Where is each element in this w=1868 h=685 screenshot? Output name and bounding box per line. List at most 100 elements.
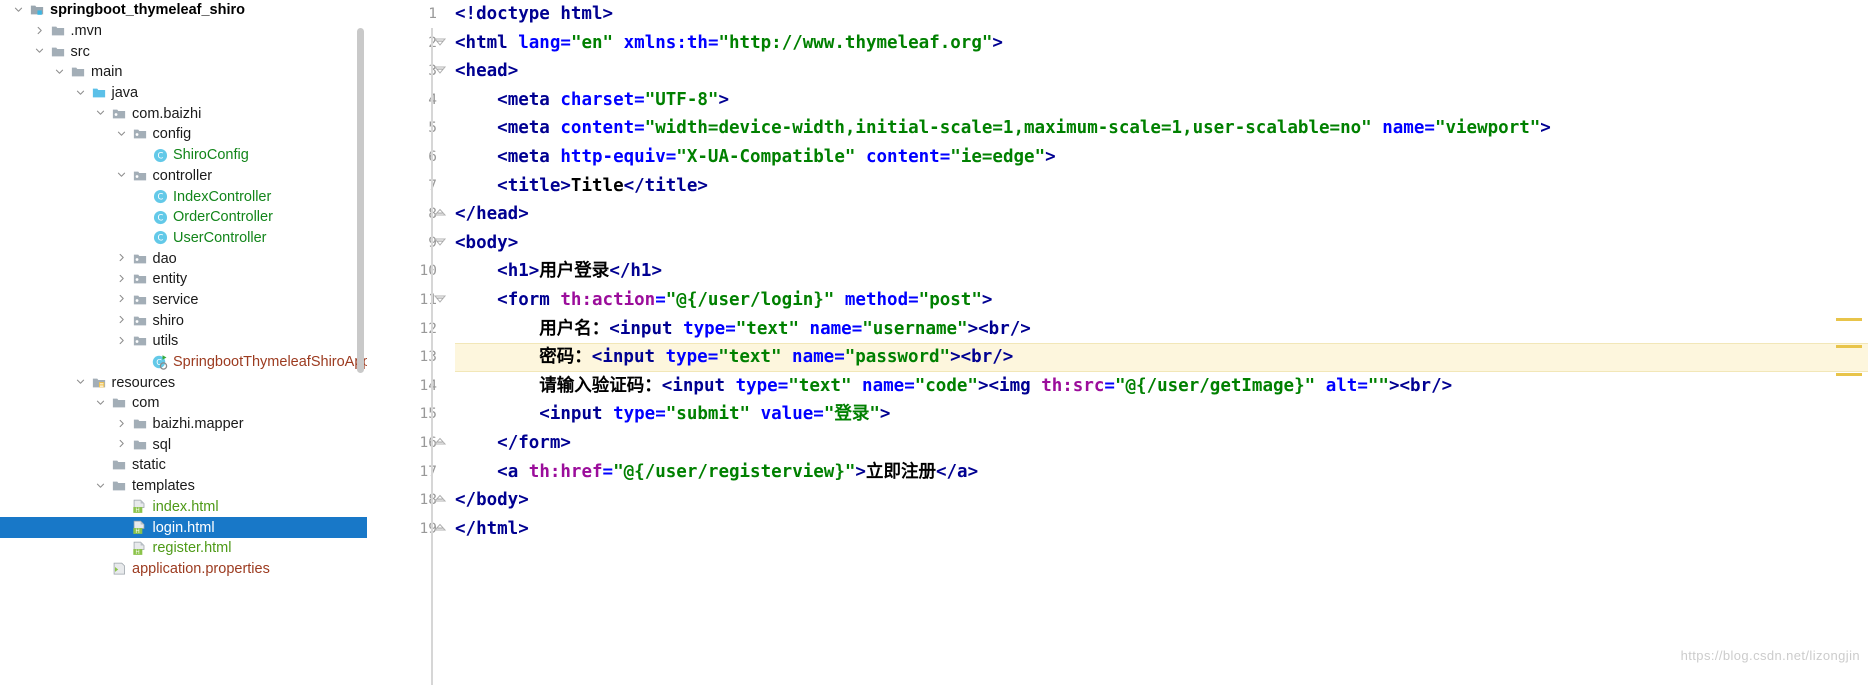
chevron-down-icon[interactable] — [113, 169, 130, 180]
tree-node-service[interactable]: service — [0, 290, 367, 311]
chevron-right-icon[interactable] — [113, 252, 130, 263]
chevron-right-icon[interactable] — [31, 25, 48, 36]
line-number: 19 — [419, 520, 437, 537]
code-line-19[interactable]: </html> — [455, 515, 529, 544]
code-line-18[interactable]: </body> — [455, 486, 529, 515]
fold-end-icon[interactable] — [433, 521, 449, 537]
tree-node-com[interactable]: com — [0, 393, 367, 414]
chevron-right-icon[interactable] — [113, 418, 130, 429]
tree-node-application-properties[interactable]: application.properties — [0, 559, 367, 580]
code-line-2[interactable]: <html lang="en" xmlns:th="http://www.thy… — [455, 29, 1003, 58]
code-line-15[interactable]: <input type="submit" value="登录"> — [455, 400, 890, 429]
code-line-4[interactable]: <meta charset="UTF-8"> — [455, 86, 729, 115]
fold-end-icon[interactable] — [433, 206, 449, 222]
folder-icon — [48, 43, 68, 61]
chevron-down-icon[interactable] — [72, 87, 89, 98]
error-stripe-mark[interactable] — [1836, 373, 1862, 376]
code-line-17[interactable]: <a th:href="@{/user/registerview}">立即注册<… — [455, 458, 978, 487]
code-folding-strip[interactable] — [430, 0, 454, 685]
tree-node-ordercontroller[interactable]: C OrderController — [0, 207, 367, 228]
chevron-right-icon[interactable] — [113, 293, 130, 304]
tree-node-resources[interactable]: resources — [0, 372, 367, 393]
project-tree-scrollbar[interactable] — [357, 28, 364, 373]
chevron-right-icon[interactable] — [113, 273, 130, 284]
project-tool-window[interactable]: springboot_thymeleaf_shiro .mvn src main jav… — [0, 0, 367, 685]
chevron-down-icon[interactable] — [92, 480, 109, 491]
java-class-icon: C — [150, 188, 170, 206]
code-line-12[interactable]: 用户名：<input type="text" name="username"><… — [455, 315, 1031, 344]
tree-node-sql[interactable]: sql — [0, 434, 367, 455]
tree-node-label: sql — [152, 436, 172, 453]
code-line-3[interactable]: <head> — [455, 57, 518, 86]
tree-node-login-html[interactable]: Hlogin.html — [0, 517, 367, 538]
code-line-9[interactable]: <body> — [455, 229, 518, 258]
chevron-down-icon[interactable] — [92, 397, 109, 408]
tree-node-register-html[interactable]: Hregister.html — [0, 538, 367, 559]
tree-node-controller[interactable]: controller — [0, 166, 367, 187]
chevron-down-icon[interactable] — [113, 128, 130, 139]
chevron-down-icon[interactable] — [92, 107, 109, 118]
error-stripe-mark[interactable] — [1836, 318, 1862, 321]
code-line-13[interactable]: 密码：<input type="text" name="password"><b… — [455, 343, 1013, 372]
package-icon — [130, 270, 150, 288]
code-line-11[interactable]: <form th:action="@{/user/login}" method=… — [455, 286, 992, 315]
tree-node-utils[interactable]: utils — [0, 331, 367, 352]
fold-end-icon[interactable] — [433, 435, 449, 451]
package-icon — [130, 167, 150, 185]
line-number: 3 — [379, 57, 437, 86]
tree-node-templates[interactable]: templates — [0, 476, 367, 497]
tree-node-shiroconfig[interactable]: C ShiroConfig — [0, 145, 367, 166]
tree-node-label: dao — [152, 250, 177, 267]
tree-node-dao[interactable]: dao — [0, 248, 367, 269]
svg-text:C: C — [157, 233, 163, 243]
tree-node-usercontroller[interactable]: C UserController — [0, 228, 367, 249]
tree-node-springboot-thymeleaf-shiro[interactable]: springboot_thymeleaf_shiro — [0, 0, 367, 21]
svg-text:C: C — [157, 192, 163, 202]
fold-start-icon[interactable] — [433, 63, 449, 79]
code-line-7[interactable]: <title>Title</title> — [455, 172, 708, 201]
tree-node-java[interactable]: java — [0, 83, 367, 104]
chevron-down-icon[interactable] — [10, 4, 27, 15]
line-number: 11 — [419, 292, 437, 308]
tree-node-label: controller — [152, 167, 213, 184]
tree-node-main[interactable]: main — [0, 62, 367, 83]
tree-node--mvn[interactable]: .mvn — [0, 21, 367, 42]
chevron-right-icon[interactable] — [113, 335, 130, 346]
chevron-right-icon[interactable] — [113, 314, 130, 325]
editor-gutter[interactable]: 12345678910111213141516171819 — [367, 0, 437, 685]
properties-file-icon — [109, 560, 129, 578]
fold-start-icon[interactable] — [433, 35, 449, 51]
chevron-down-icon[interactable] — [31, 45, 48, 56]
editor-pane[interactable]: 12345678910111213141516171819 <!doctype … — [367, 0, 1868, 685]
chevron-right-icon[interactable] — [113, 438, 130, 449]
code-line-10[interactable]: <h1>用户登录</h1> — [455, 257, 662, 286]
code-line-14[interactable]: 请输入验证码：<input type="text" name="code"><i… — [455, 372, 1452, 401]
code-line-6[interactable]: <meta http-equiv="X-UA-Compatible" conte… — [455, 143, 1056, 172]
tree-node-springbootthymeleafshiroapplication[interactable]: C SpringbootThymeleafShiroApplication — [0, 352, 367, 373]
code-text-area[interactable]: <!doctype html> <html lang="en" xmlns:th=… — [455, 0, 1868, 685]
code-line-1[interactable]: <!doctype html> — [455, 0, 613, 29]
code-line-5[interactable]: <meta content="width=device-width,initia… — [455, 114, 1551, 143]
chevron-down-icon[interactable] — [72, 376, 89, 387]
line-number: 7 — [379, 172, 437, 201]
error-stripe-mark[interactable] — [1836, 345, 1862, 348]
tree-node-src[interactable]: src — [0, 41, 367, 62]
fold-start-icon[interactable] — [433, 235, 449, 251]
tree-node-index-html[interactable]: Hindex.html — [0, 497, 367, 518]
tree-node-static[interactable]: static — [0, 455, 367, 476]
html-file-icon: H — [130, 519, 150, 537]
tree-node-shiro[interactable]: shiro — [0, 310, 367, 331]
code-line-8[interactable]: </head> — [455, 200, 529, 229]
tree-node-indexcontroller[interactable]: C IndexController — [0, 186, 367, 207]
tree-node-baizhi-mapper[interactable]: baizhi.mapper — [0, 414, 367, 435]
tree-node-com-baizhi[interactable]: com.baizhi — [0, 103, 367, 124]
fold-end-icon[interactable] — [433, 492, 449, 508]
fold-start-icon[interactable] — [433, 292, 449, 308]
folder-icon — [68, 63, 88, 81]
svg-text:H: H — [135, 508, 139, 514]
tree-node-entity[interactable]: entity — [0, 269, 367, 290]
line-number: 1 — [428, 6, 437, 22]
tree-node-config[interactable]: config — [0, 124, 367, 145]
code-line-16[interactable]: </form> — [455, 429, 571, 458]
chevron-down-icon[interactable] — [51, 66, 68, 77]
